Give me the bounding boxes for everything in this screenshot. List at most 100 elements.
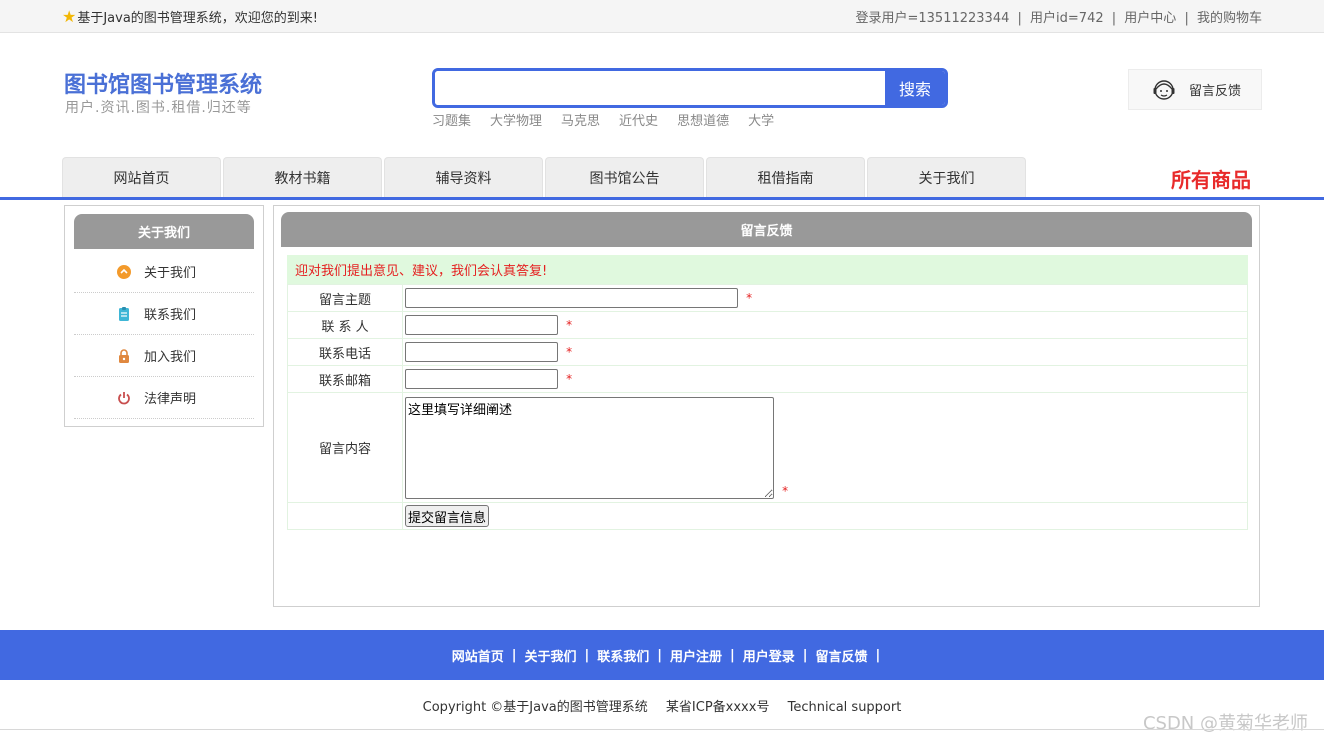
form-cell: * [402,338,1248,366]
cart-link[interactable]: 我的购物车 [1197,11,1262,26]
user-links: 登录用户=13511223344 | 用户id=742 | 用户中心 | 我的购… [856,7,1263,26]
sidebar-menu: 关于我们 联系我们 加入我们 法律声明 [74,251,254,419]
site-title[interactable]: 图书馆图书管理系统 [64,67,262,99]
nav-tab-tutorials[interactable]: 辅导资料 [384,157,543,197]
submit-button[interactable]: 提交留言信息 [405,505,490,527]
hotword-link[interactable]: 马克思 [561,110,600,129]
separator: | [875,647,881,663]
contact-label: 联 系 人 [287,311,403,339]
welcome-message: ★ 基于Java的图书管理系统，欢迎您的到来! [62,7,318,26]
hotword-link[interactable]: 近代史 [619,110,658,129]
email-input[interactable] [405,369,558,389]
notice-message: 迎对我们提出意见、建议，我们会认真答复! [287,255,1248,284]
separator: | [1184,11,1189,26]
separator: | [584,647,590,663]
sidebar-item-about[interactable]: 关于我们 [74,251,254,293]
footer-link-home[interactable]: 网站首页 [452,646,504,665]
email-label: 联系邮箱 [287,365,403,393]
form-row: 留言内容 这里填写详细阐述 * [287,392,1248,503]
user-center-link[interactable]: 用户中心 [1124,11,1176,26]
hotword-link[interactable]: 大学 [748,110,774,129]
panel-title: 留言反馈 [281,212,1252,247]
main-nav: 网站首页 教材书籍 辅导资料 图书馆公告 租借指南 关于我们 [62,157,1028,197]
sidebar-item-join[interactable]: 加入我们 [74,335,254,377]
customer-service-icon [1153,79,1175,100]
form-row: 联系电话 * [287,338,1248,366]
sidebar-item-label: 联系我们 [144,308,197,323]
form-cell: 这里填写详细阐述 * [402,392,1248,503]
empty-cell [287,502,403,530]
footer-link-feedback[interactable]: 留言反馈 [816,646,868,665]
lock-icon [116,348,132,364]
sidebar-item-label: 加入我们 [144,350,197,365]
footer-link-login[interactable]: 用户登录 [743,646,795,665]
feedback-button[interactable]: 留言反馈 [1128,69,1262,110]
bottom-divider [0,729,1324,730]
sidebar: 关于我们 关于我们 联系我们 加入我们 法律声明 [64,205,264,427]
subject-label: 留言主题 [287,284,403,312]
footer-link-register[interactable]: 用户注册 [670,646,722,665]
site-subtitle: 用户.资讯.图书.租借.归还等 [65,100,252,116]
contact-input[interactable] [405,315,558,335]
nav-tab-textbooks[interactable]: 教材书籍 [223,157,382,197]
subject-input[interactable] [405,288,738,308]
feedback-panel: 留言反馈 迎对我们提出意见、建议，我们会认真答复! 留言主题 * 联 系 人 *… [273,205,1260,607]
support-text: Technical support [787,700,902,715]
welcome-text: 基于Java的图书管理系统，欢迎您的到来! [77,11,319,26]
nav-divider [0,197,1324,200]
search-bar: 搜索 [432,68,948,108]
separator: | [1111,11,1117,26]
form-cell: * [402,311,1248,339]
hotword-link[interactable]: 思想道德 [677,110,729,129]
icp-text: 某省ICP备xxxx号 [665,700,770,715]
sidebar-item-label: 关于我们 [144,266,197,281]
footer-link-contact[interactable]: 联系我们 [597,646,649,665]
content-textarea[interactable]: 这里填写详细阐述 [405,396,774,499]
feedback-form: 留言主题 * 联 系 人 * 联系电话 * 联系邮箱 * 留言内容 这里填写详细… [287,284,1248,530]
logged-in-user-link[interactable]: 登录用户=13511223344 [856,11,1010,26]
feedback-label: 留言反馈 [1189,84,1242,99]
power-icon [116,390,132,406]
sidebar-item-label: 法律声明 [144,392,197,407]
all-goods-link[interactable]: 所有商品 [1171,164,1251,193]
user-id-link[interactable]: 用户id=742 [1030,11,1104,26]
footer-link-about[interactable]: 关于我们 [524,646,576,665]
phone-input[interactable] [405,342,558,362]
footer-nav: 网站首页 | 关于我们 | 联系我们 | 用户注册 | 用户登录 | 留言反馈 | [0,630,1324,680]
form-row: 提交留言信息 [287,502,1248,530]
copyright-text: Copyright ©基于Java的图书管理系统 [422,700,648,715]
hotword-link[interactable]: 习题集 [432,110,471,129]
required-mark: * [746,290,753,305]
content-label: 留言内容 [287,392,403,503]
phone-label: 联系电话 [287,338,403,366]
nav-tab-announcements[interactable]: 图书馆公告 [545,157,704,197]
clipboard-icon [116,306,132,322]
star-icon: ★ [62,6,77,26]
sidebar-item-contact[interactable]: 联系我们 [74,293,254,335]
form-cell: * [402,365,1248,393]
about-icon [116,264,132,280]
required-mark: * [566,344,573,359]
nav-tab-about[interactable]: 关于我们 [867,157,1026,197]
required-mark: * [566,371,573,386]
watermark: CSDN @黄菊华老师 [1142,713,1308,734]
form-cell: * [402,284,1248,312]
required-mark: * [566,317,573,332]
required-mark: * [782,483,789,498]
sidebar-item-legal[interactable]: 法律声明 [74,377,254,419]
search-input[interactable] [435,71,885,105]
nav-tab-rental-guide[interactable]: 租借指南 [706,157,865,197]
copyright: Copyright ©基于Java的图书管理系统 某省ICP备xxxx号 Tec… [0,696,1324,715]
top-bar: ★ 基于Java的图书管理系统，欢迎您的到来! 登录用户=13511223344… [0,0,1324,33]
hotword-link[interactable]: 大学物理 [490,110,542,129]
separator: | [1017,11,1022,26]
form-row: 留言主题 * [287,284,1248,312]
separator: | [802,647,808,663]
search-button[interactable]: 搜索 [885,71,945,105]
form-cell: 提交留言信息 [402,502,1248,530]
sidebar-title: 关于我们 [74,214,254,249]
nav-tab-home[interactable]: 网站首页 [62,157,221,197]
form-row: 联系邮箱 * [287,365,1248,393]
separator: | [730,647,735,663]
form-row: 联 系 人 * [287,311,1248,339]
